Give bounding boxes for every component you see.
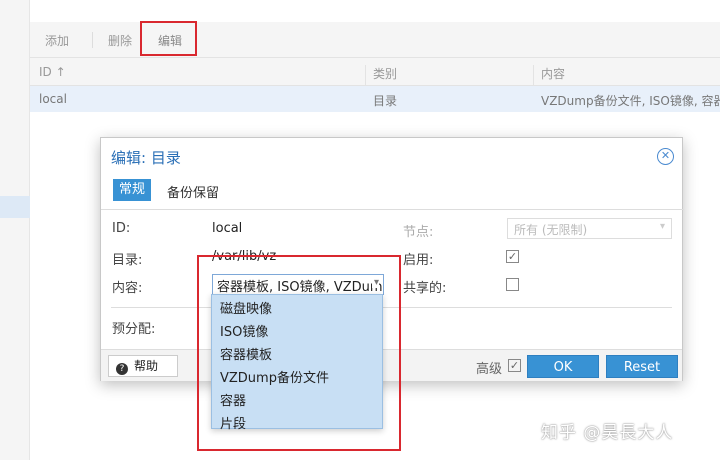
edit-button-highlight <box>140 21 197 56</box>
toolbar: 添加 删除 编辑 <box>30 22 720 58</box>
shared-label: 共享的: <box>403 277 446 296</box>
question-icon: ? <box>116 363 128 375</box>
tab-general[interactable]: 常规 <box>113 179 151 201</box>
node-select: 所有 (无限制) ▾ <box>507 218 672 239</box>
sidebar-selected-item[interactable] <box>0 196 30 218</box>
help-label: 帮助 <box>134 359 158 373</box>
close-icon[interactable]: ✕ <box>657 148 674 165</box>
row-id: local <box>39 92 67 106</box>
column-type[interactable]: 类别 <box>373 65 397 82</box>
add-button[interactable]: 添加 <box>45 32 69 49</box>
toolbar-divider <box>92 32 93 48</box>
ok-button[interactable]: OK <box>527 355 599 378</box>
tab-backup-retention[interactable]: 备份保留 <box>167 182 219 201</box>
advanced-label: 高级 <box>476 358 502 377</box>
id-label: ID: <box>112 221 130 236</box>
enable-checkbox[interactable]: ✓ <box>506 250 519 263</box>
watermark: 知乎 @昊長大人 <box>541 418 673 443</box>
dialog-title: 编辑: 目录 <box>111 147 181 168</box>
reset-button[interactable]: Reset <box>606 355 678 378</box>
directory-label: 目录: <box>112 249 142 268</box>
row-type: 目录 <box>373 92 397 109</box>
divider <box>101 209 684 210</box>
node-label: 节点: <box>403 221 433 240</box>
content-label: 内容: <box>112 277 142 296</box>
help-button[interactable]: ? 帮助 <box>108 355 178 377</box>
advanced-checkbox[interactable]: ✓ <box>508 359 521 372</box>
dropdown-highlight <box>197 255 401 451</box>
enable-label: 启用: <box>403 249 433 268</box>
column-content[interactable]: 内容 <box>541 65 565 82</box>
grid-header: ID ↑ 类别 内容 <box>30 58 720 86</box>
preallocation-label: 预分配: <box>112 318 155 337</box>
shared-checkbox[interactable] <box>506 278 519 291</box>
column-id[interactable]: ID ↑ <box>39 65 66 79</box>
table-row[interactable]: local 目录 VZDump备份文件, ISO镜像, 容器 <box>30 86 720 112</box>
id-value: local <box>212 221 242 236</box>
remove-button[interactable]: 删除 <box>108 32 132 49</box>
row-content: VZDump备份文件, ISO镜像, 容器 <box>541 92 720 109</box>
left-sidebar <box>0 0 30 460</box>
chevron-down-icon: ▾ <box>660 221 665 232</box>
node-value: 所有 (无限制) <box>514 223 587 237</box>
